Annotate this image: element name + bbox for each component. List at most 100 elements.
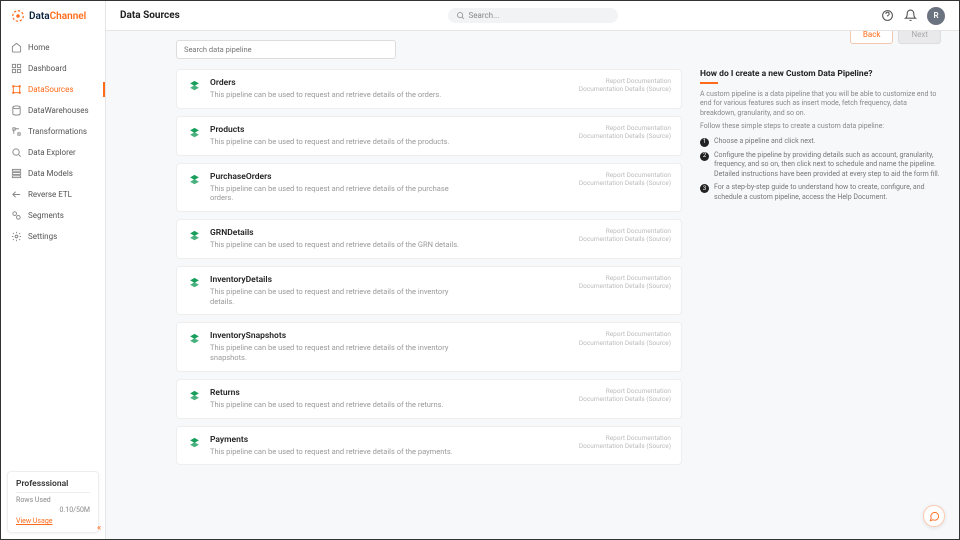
sidebar: DataChannel Home Dashboard DataSources D… [1, 1, 106, 539]
brand-icon [11, 9, 25, 23]
search-placeholder: Search... [469, 11, 500, 20]
pipeline-card[interactable]: ReturnsThis pipeline can be used to requ… [176, 379, 682, 419]
brand-text: DataChannel [29, 11, 86, 22]
help-step: 3 For a step-by-step guide to understand … [700, 183, 941, 202]
sidebar-item-datasources[interactable]: DataSources [1, 79, 105, 100]
help-step: 1 Choose a pipeline and click next. [700, 137, 941, 147]
step-text: Choose a pipeline and click next. [714, 137, 816, 147]
sidebar-item-dashboard[interactable]: Dashboard [1, 58, 105, 79]
plan-rows-label: Rows Used [16, 492, 90, 504]
global-search[interactable]: Search... [448, 8, 618, 23]
search-icon [456, 11, 465, 20]
page-title: Data Sources [120, 10, 180, 21]
nav-label: Dashboard [28, 64, 67, 73]
pipeline-card[interactable]: PaymentsThis pipeline can be used to req… [176, 426, 682, 466]
pipeline-list-column: OrdersThis pipeline can be used to reque… [106, 31, 694, 539]
pipeline-card[interactable]: OrdersThis pipeline can be used to reque… [176, 69, 682, 109]
dashboard-icon [11, 63, 22, 74]
sidebar-item-home[interactable]: Home [1, 37, 105, 58]
pipeline-description: This pipeline can be used to request and… [210, 400, 470, 410]
help-icon[interactable] [881, 9, 894, 22]
warehouse-icon [11, 105, 22, 116]
help-underline [700, 82, 718, 84]
pipeline-card[interactable]: InventoryDetailsThis pipeline can be use… [176, 266, 682, 316]
segments-icon [11, 210, 22, 221]
pipeline-doc-links[interactable]: Report DocumentationDocumentation Detail… [579, 434, 671, 451]
brand-logo[interactable]: DataChannel [1, 1, 105, 31]
explorer-icon [11, 147, 22, 158]
main-area: OrdersThis pipeline can be used to reque… [106, 31, 959, 539]
pipeline-icon [187, 389, 202, 404]
plan-card: Professsional Rows Used 0.10/50M View Us… [7, 471, 99, 533]
step-number-badge: 2 [700, 152, 709, 161]
pipeline-description: This pipeline can be used to request and… [210, 287, 470, 307]
nav-label: DataSources [28, 85, 74, 94]
pipeline-description: This pipeline can be used to request and… [210, 447, 470, 457]
pipeline-icon [187, 436, 202, 451]
nav-label: Data Models [28, 169, 73, 178]
back-button[interactable]: Back [850, 31, 894, 44]
step-number-badge: 1 [700, 138, 709, 147]
nav-label: Data Explorer [28, 148, 76, 157]
transform-icon [11, 126, 22, 137]
plan-rows-value: 0.10/50M [16, 506, 90, 514]
pipeline-description: This pipeline can be used to request and… [210, 240, 470, 250]
sidebar-item-segments[interactable]: Segments [1, 205, 105, 226]
pipeline-doc-links[interactable]: Report DocumentationDocumentation Detail… [579, 124, 671, 141]
pipeline-doc-links[interactable]: Report DocumentationDocumentation Detail… [579, 227, 671, 244]
pipeline-description: This pipeline can be used to request and… [210, 343, 470, 363]
top-header: Data Sources Search... R [106, 1, 959, 31]
pipeline-card[interactable]: PurchaseOrdersThis pipeline can be used … [176, 163, 682, 213]
bell-icon[interactable] [904, 9, 917, 22]
step-text: For a step-by-step guide to understand h… [714, 183, 941, 202]
sidebar-item-settings[interactable]: Settings [1, 226, 105, 247]
nav-label: Segments [28, 211, 64, 220]
pipeline-doc-links[interactable]: Report DocumentationDocumentation Detail… [579, 77, 671, 94]
home-icon [11, 42, 22, 53]
pipeline-card[interactable]: GRNDetailsThis pipeline can be used to r… [176, 219, 682, 259]
pipeline-icon [187, 229, 202, 244]
pipeline-icon [187, 126, 202, 141]
sidebar-item-dataexplorer[interactable]: Data Explorer [1, 142, 105, 163]
models-icon [11, 168, 22, 179]
plan-name: Professsional [16, 479, 90, 489]
pipeline-icon [187, 173, 202, 188]
pipeline-doc-links[interactable]: Report DocumentationDocumentation Detail… [579, 274, 671, 291]
sidebar-collapse-button[interactable]: « [97, 523, 101, 533]
avatar[interactable]: R [927, 7, 945, 25]
help-title: How do I create a new Custom Data Pipeli… [700, 69, 941, 79]
help-paragraph: Follow these simple steps to create a cu… [700, 122, 941, 131]
pipeline-doc-links[interactable]: Report DocumentationDocumentation Detail… [579, 330, 671, 347]
view-usage-link[interactable]: View Usage [16, 517, 52, 525]
sidebar-item-datawarehouses[interactable]: DataWarehouses [1, 100, 105, 121]
step-number-badge: 3 [700, 184, 709, 193]
nav-label: Settings [28, 232, 57, 241]
nav-label: Reverse ETL [28, 190, 72, 199]
datasources-icon [11, 84, 22, 95]
pipeline-search-input[interactable] [176, 40, 396, 59]
help-panel: Back Next How do I create a new Custom D… [694, 31, 959, 539]
pipeline-doc-links[interactable]: Report DocumentationDocumentation Detail… [579, 171, 671, 188]
sidebar-item-transformations[interactable]: Transformations [1, 121, 105, 142]
pipeline-icon [187, 276, 202, 291]
pipeline-description: This pipeline can be used to request and… [210, 90, 470, 100]
reverse-etl-icon [11, 189, 22, 200]
pipeline-icon [187, 332, 202, 347]
step-text: Configure the pipeline by providing deta… [714, 151, 941, 179]
sidebar-item-datamodels[interactable]: Data Models [1, 163, 105, 184]
pipeline-card[interactable]: InventorySnapshotsThis pipeline can be u… [176, 322, 682, 372]
gear-icon [11, 231, 22, 242]
pipeline-doc-links[interactable]: Report DocumentationDocumentation Detail… [579, 387, 671, 404]
help-paragraph: A custom pipeline is a data pipeline tha… [700, 90, 941, 118]
pipeline-card[interactable]: ProductsThis pipeline can be used to req… [176, 116, 682, 156]
help-step: 2 Configure the pipeline by providing det… [700, 151, 941, 179]
sidebar-item-reverseetl[interactable]: Reverse ETL [1, 184, 105, 205]
nav-label: DataWarehouses [28, 106, 89, 115]
next-button[interactable]: Next [898, 31, 941, 44]
nav-label: Transformations [28, 127, 87, 136]
nav-label: Home [28, 43, 50, 52]
chat-fab[interactable] [923, 505, 945, 527]
pipeline-icon [187, 79, 202, 94]
pipeline-description: This pipeline can be used to request and… [210, 137, 470, 147]
pipeline-description: This pipeline can be used to request and… [210, 184, 470, 204]
